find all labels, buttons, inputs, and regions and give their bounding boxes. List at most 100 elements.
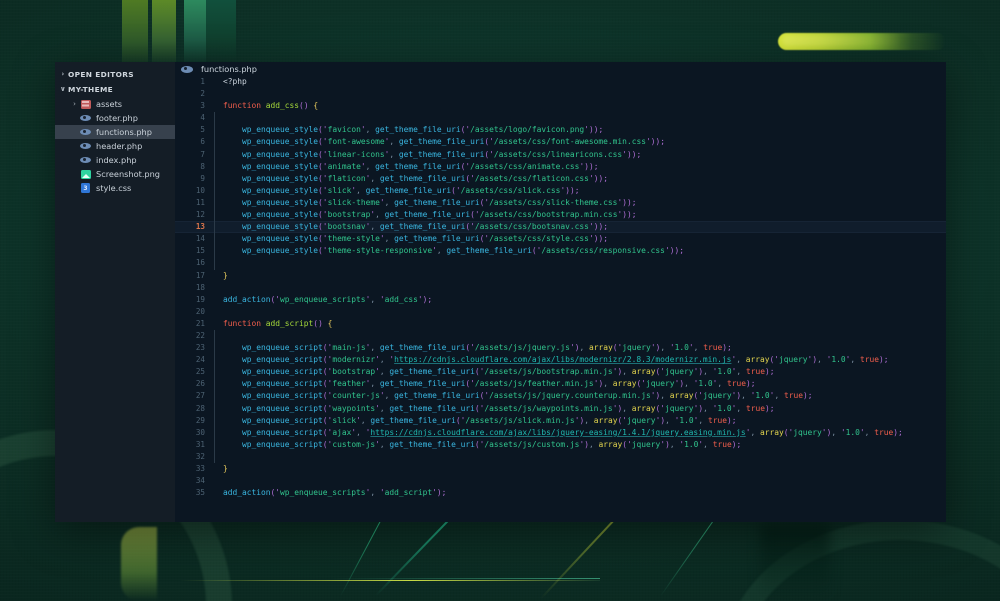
php-file-icon: [79, 155, 92, 166]
chevron-down-icon: ∨: [58, 86, 68, 93]
code-line[interactable]: 2: [175, 88, 946, 100]
explorer-section-label: OPEN EDITORS: [68, 70, 134, 79]
code-line[interactable]: 34: [175, 475, 946, 487]
indent-guide: [214, 88, 215, 100]
code-line[interactable]: 8 wp_enqueue_style('animate', get_theme_…: [175, 161, 946, 173]
code-text: wp_enqueue_style('slick-theme', get_them…: [215, 197, 637, 209]
php-file-icon: [79, 141, 92, 152]
explorer-sidebar: › OPEN EDITORS ∨ MY-THEME › assets foote…: [55, 62, 175, 522]
code-text: <?php: [215, 76, 247, 88]
line-number: 21: [175, 318, 214, 330]
line-number: 31: [175, 439, 214, 451]
sidebar-item-label: functions.php: [96, 127, 152, 137]
line-number: 18: [175, 282, 214, 294]
code-line[interactable]: 24 wp_enqueue_script('modernizr', 'https…: [175, 354, 946, 366]
background-glow-bar-highlight: [782, 35, 902, 46]
code-line[interactable]: 11 wp_enqueue_style('slick-theme', get_t…: [175, 197, 946, 209]
code-line[interactable]: 30 wp_enqueue_script('ajax', 'https://cd…: [175, 427, 946, 439]
explorer-section-my-theme[interactable]: ∨ MY-THEME: [55, 82, 175, 97]
code-line[interactable]: 18: [175, 282, 946, 294]
code-line[interactable]: 10 wp_enqueue_style('slick', get_theme_f…: [175, 185, 946, 197]
code-line[interactable]: 9 wp_enqueue_style('flaticon', get_theme…: [175, 173, 946, 185]
background-blob: [121, 527, 157, 601]
line-number: 23: [175, 342, 214, 354]
background-streak-1: [122, 0, 148, 70]
sidebar-item-functions-php[interactable]: functions.php: [55, 125, 175, 139]
code-text: wp_enqueue_script('waypoints', get_theme…: [215, 403, 775, 415]
tab-functions-php[interactable]: functions.php: [201, 64, 257, 74]
code-line[interactable]: 20: [175, 306, 946, 318]
code-line[interactable]: 25 wp_enqueue_script('bootstrap', get_th…: [175, 366, 946, 378]
php-file-icon: [79, 127, 92, 138]
code-line[interactable]: 5 wp_enqueue_style('favicon', get_theme_…: [175, 124, 946, 136]
code-editor-window: › OPEN EDITORS ∨ MY-THEME › assets foote…: [55, 62, 946, 522]
sidebar-item-label: assets: [96, 99, 122, 109]
code-line[interactable]: 27 wp_enqueue_script('counter-js', get_t…: [175, 390, 946, 402]
code-line[interactable]: 17}: [175, 270, 946, 282]
background-streak-2: [152, 0, 176, 68]
code-line[interactable]: 14 wp_enqueue_style('theme-style', get_t…: [175, 233, 946, 245]
code-line[interactable]: 6 wp_enqueue_style('font-awesome', get_t…: [175, 136, 946, 148]
code-line[interactable]: 13 wp_enqueue_style('bootsnav', get_them…: [175, 221, 946, 233]
code-line[interactable]: 29 wp_enqueue_script('slick', get_theme_…: [175, 415, 946, 427]
line-number: 9: [175, 173, 214, 185]
code-line[interactable]: 12 wp_enqueue_style('bootstrap', get_the…: [175, 209, 946, 221]
code-line[interactable]: 32: [175, 451, 946, 463]
code-line[interactable]: 3function add_css() {: [175, 100, 946, 112]
code-line[interactable]: 35add_action('wp_enqueue_scripts', 'add_…: [175, 487, 946, 499]
indent-guide: [214, 451, 215, 463]
code-text: wp_enqueue_script('slick', get_theme_fil…: [215, 415, 737, 427]
code-text: wp_enqueue_script('ajax', 'https://cdnjs…: [215, 427, 903, 439]
code-content-area[interactable]: 1<?php23function add_css() {45 wp_enqueu…: [175, 76, 946, 522]
code-line[interactable]: 19add_action('wp_enqueue_scripts', 'add_…: [175, 294, 946, 306]
folder-icon: [79, 99, 92, 110]
code-text: wp_enqueue_style('bootstrap', get_theme_…: [215, 209, 637, 221]
indent-guide: [214, 306, 215, 318]
explorer-section-open-editors[interactable]: › OPEN EDITORS: [55, 67, 175, 82]
sidebar-item-header-php[interactable]: header.php: [55, 139, 175, 153]
code-text: add_action('wp_enqueue_scripts', 'add_sc…: [215, 487, 446, 499]
sidebar-item-index-php[interactable]: index.php: [55, 153, 175, 167]
line-number: 7: [175, 149, 214, 161]
line-number: 29: [175, 415, 214, 427]
code-line[interactable]: 16: [175, 257, 946, 269]
code-line[interactable]: 31 wp_enqueue_script('custom-js', get_th…: [175, 439, 946, 451]
code-line[interactable]: 7 wp_enqueue_style('linear-icons', get_t…: [175, 149, 946, 161]
code-line[interactable]: 15 wp_enqueue_style('theme-style-respons…: [175, 245, 946, 257]
sidebar-item-screenshot-png[interactable]: Screenshot.png: [55, 167, 175, 181]
line-number: 4: [175, 112, 214, 124]
indent-guide: [214, 282, 215, 294]
line-number: 25: [175, 366, 214, 378]
code-line[interactable]: 28 wp_enqueue_script('waypoints', get_th…: [175, 403, 946, 415]
code-text: add_action('wp_enqueue_scripts', 'add_cs…: [215, 294, 432, 306]
sidebar-item-footer-php[interactable]: footer.php: [55, 111, 175, 125]
line-number: 16: [175, 257, 214, 269]
line-number: 28: [175, 403, 214, 415]
code-line[interactable]: 1<?php: [175, 76, 946, 88]
code-text: wp_enqueue_style('font-awesome', get_the…: [215, 136, 665, 148]
code-text: wp_enqueue_script('custom-js', get_theme…: [215, 439, 741, 451]
sidebar-item-label: header.php: [96, 141, 142, 151]
line-number: 20: [175, 306, 214, 318]
code-line[interactable]: 26 wp_enqueue_script('feather', get_them…: [175, 378, 946, 390]
code-line[interactable]: 4: [175, 112, 946, 124]
line-number: 22: [175, 330, 214, 342]
line-number: 30: [175, 427, 214, 439]
line-number: 11: [175, 197, 214, 209]
code-text: wp_enqueue_style('slick', get_theme_file…: [215, 185, 580, 197]
explorer-section-label: MY-THEME: [68, 85, 113, 94]
code-line[interactable]: 21function add_script() {: [175, 318, 946, 330]
code-line[interactable]: 22: [175, 330, 946, 342]
sidebar-item-label: index.php: [96, 155, 137, 165]
code-line[interactable]: 33}: [175, 463, 946, 475]
indent-guide: [214, 475, 215, 487]
sidebar-item-assets[interactable]: › assets: [55, 97, 175, 111]
code-text: wp_enqueue_style('bootsnav', get_theme_f…: [215, 221, 608, 233]
code-text: wp_enqueue_style('favicon', get_theme_fi…: [215, 124, 603, 136]
line-number: 2: [175, 88, 214, 100]
line-number: 17: [175, 270, 214, 282]
background-horizon-line: [180, 580, 600, 581]
code-line[interactable]: 23 wp_enqueue_script('main-js', get_them…: [175, 342, 946, 354]
sidebar-item-style-css[interactable]: 3 style.css: [55, 181, 175, 195]
code-text: wp_enqueue_style('linear-icons', get_the…: [215, 149, 641, 161]
